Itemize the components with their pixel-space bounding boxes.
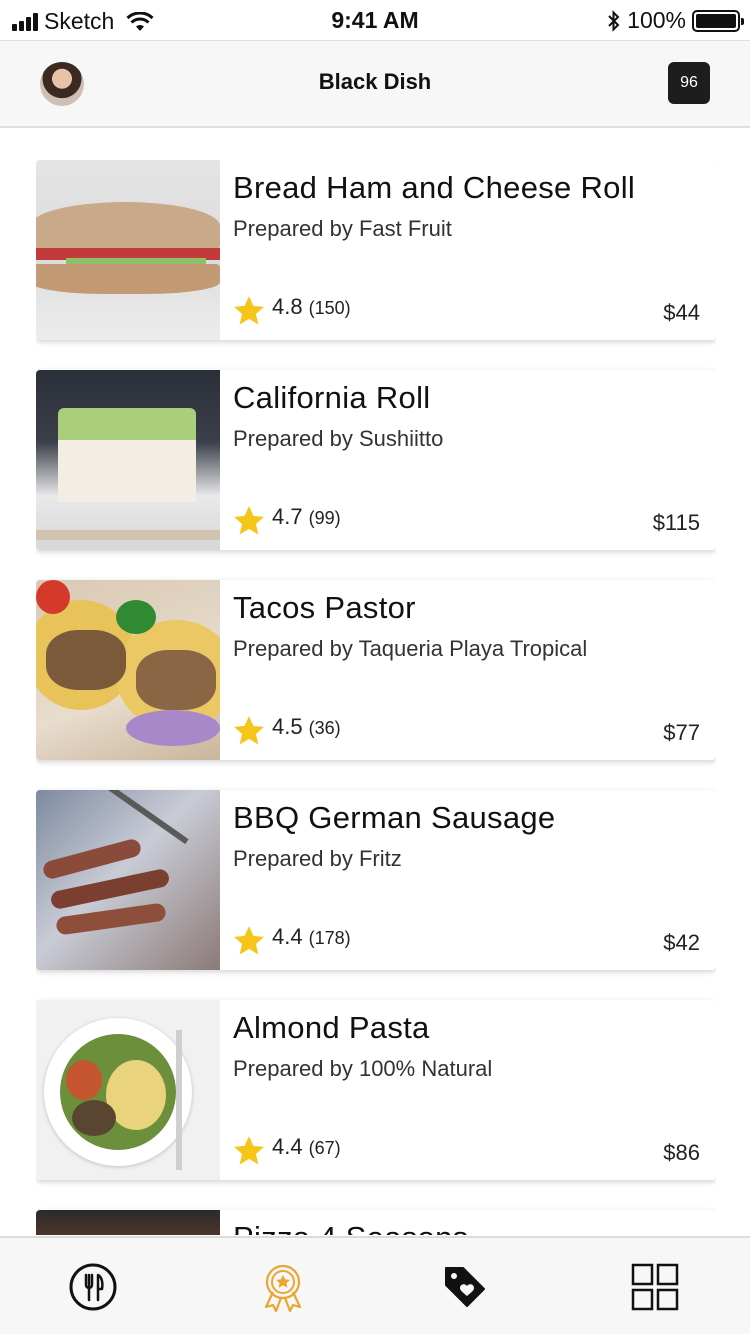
dish-rating: 4.5 (36) xyxy=(232,714,341,748)
tab-more[interactable] xyxy=(630,1262,680,1312)
dish-price: $44 xyxy=(663,300,700,325)
dish-name: Tacos Pastor xyxy=(233,590,416,625)
dish-card[interactable]: Tacos Pastor Prepared by Taqueria Playa … xyxy=(36,580,716,760)
battery-percent: 100% xyxy=(627,7,686,33)
star-icon xyxy=(234,506,264,535)
dish-image-sandwich xyxy=(36,160,220,340)
dish-image-sausage xyxy=(36,790,220,970)
dish-list[interactable]: Bread Ham and Cheese Roll Prepared by Fa… xyxy=(36,160,716,1235)
review-count: (178) xyxy=(308,928,351,948)
dish-card[interactable]: Pizza 4 Seasons xyxy=(36,1210,716,1235)
rating-value: 4.7 xyxy=(272,504,303,529)
battery-icon xyxy=(692,9,744,32)
dish-card[interactable]: Bread Ham and Cheese Roll Prepared by Fa… xyxy=(36,160,716,340)
review-count: (67) xyxy=(308,1138,341,1158)
dish-name: BBQ German Sausage xyxy=(233,800,556,835)
review-count: (36) xyxy=(308,718,341,738)
fork-knife-icon xyxy=(69,1263,117,1311)
tab-rewards[interactable] xyxy=(258,1262,308,1312)
star-icon xyxy=(234,716,264,745)
dish-chef: Prepared by Fritz xyxy=(233,846,402,871)
rating-value: 4.4 xyxy=(272,924,303,949)
bluetooth-icon xyxy=(608,9,620,32)
dish-name: California Roll xyxy=(233,380,431,415)
dish-image-tacos xyxy=(36,580,220,760)
dish-name: Almond Pasta xyxy=(233,1010,430,1045)
grid-icon xyxy=(631,1263,679,1311)
dish-chef: Prepared by Fast Fruit xyxy=(233,216,452,241)
dish-price: $42 xyxy=(663,930,700,955)
cart-badge[interactable]: 96 xyxy=(668,62,710,104)
tab-restaurants[interactable] xyxy=(68,1262,118,1312)
dish-chef: Prepared by Sushiitto xyxy=(233,426,444,451)
dish-rating: 4.7 (99) xyxy=(232,504,341,538)
rating-value: 4.4 xyxy=(272,1134,303,1159)
rating-value: 4.8 xyxy=(272,294,303,319)
dish-card[interactable]: California Roll Prepared by Sushiitto 4.… xyxy=(36,370,716,550)
dish-chef: Prepared by Taqueria Playa Tropical xyxy=(233,636,588,661)
dish-price: $77 xyxy=(663,720,700,745)
star-icon xyxy=(234,296,264,325)
rating-value: 4.5 xyxy=(272,714,303,739)
tab-deals[interactable] xyxy=(440,1262,490,1312)
dish-name: Bread Ham and Cheese Roll xyxy=(233,170,636,205)
dish-rating: 4.4 (178) xyxy=(232,924,351,958)
status-right: 100% xyxy=(607,7,744,34)
star-icon xyxy=(234,1136,264,1165)
review-count: (150) xyxy=(308,298,351,318)
dish-chef: Prepared by 100% Natural xyxy=(233,1056,493,1081)
dish-price: $115 xyxy=(652,510,700,535)
tab-bar xyxy=(0,1236,750,1334)
dish-price: $86 xyxy=(663,1140,700,1165)
dish-rating: 4.8 (150) xyxy=(232,294,351,328)
award-ribbon-icon xyxy=(264,1264,302,1312)
dish-image-sushi xyxy=(36,370,220,550)
tag-heart-icon xyxy=(445,1267,485,1307)
dish-card[interactable]: Almond Pasta Prepared by 100% Natural 4.… xyxy=(36,1000,716,1180)
dish-rating: 4.4 (67) xyxy=(232,1134,341,1168)
review-count: (99) xyxy=(308,508,341,528)
dish-image-pasta xyxy=(36,1000,220,1180)
dish-image-pizza xyxy=(36,1210,220,1235)
status-bar: Sketch 9:41 AM 100% xyxy=(0,0,750,40)
star-icon xyxy=(234,926,264,955)
nav-header: Black Dish 96 xyxy=(0,40,750,128)
page-title: Black Dish xyxy=(318,69,432,94)
dish-card[interactable]: BBQ German Sausage Prepared by Fritz 4.4… xyxy=(36,790,716,970)
dish-name: Pizza 4 Seasons xyxy=(233,1220,702,1235)
